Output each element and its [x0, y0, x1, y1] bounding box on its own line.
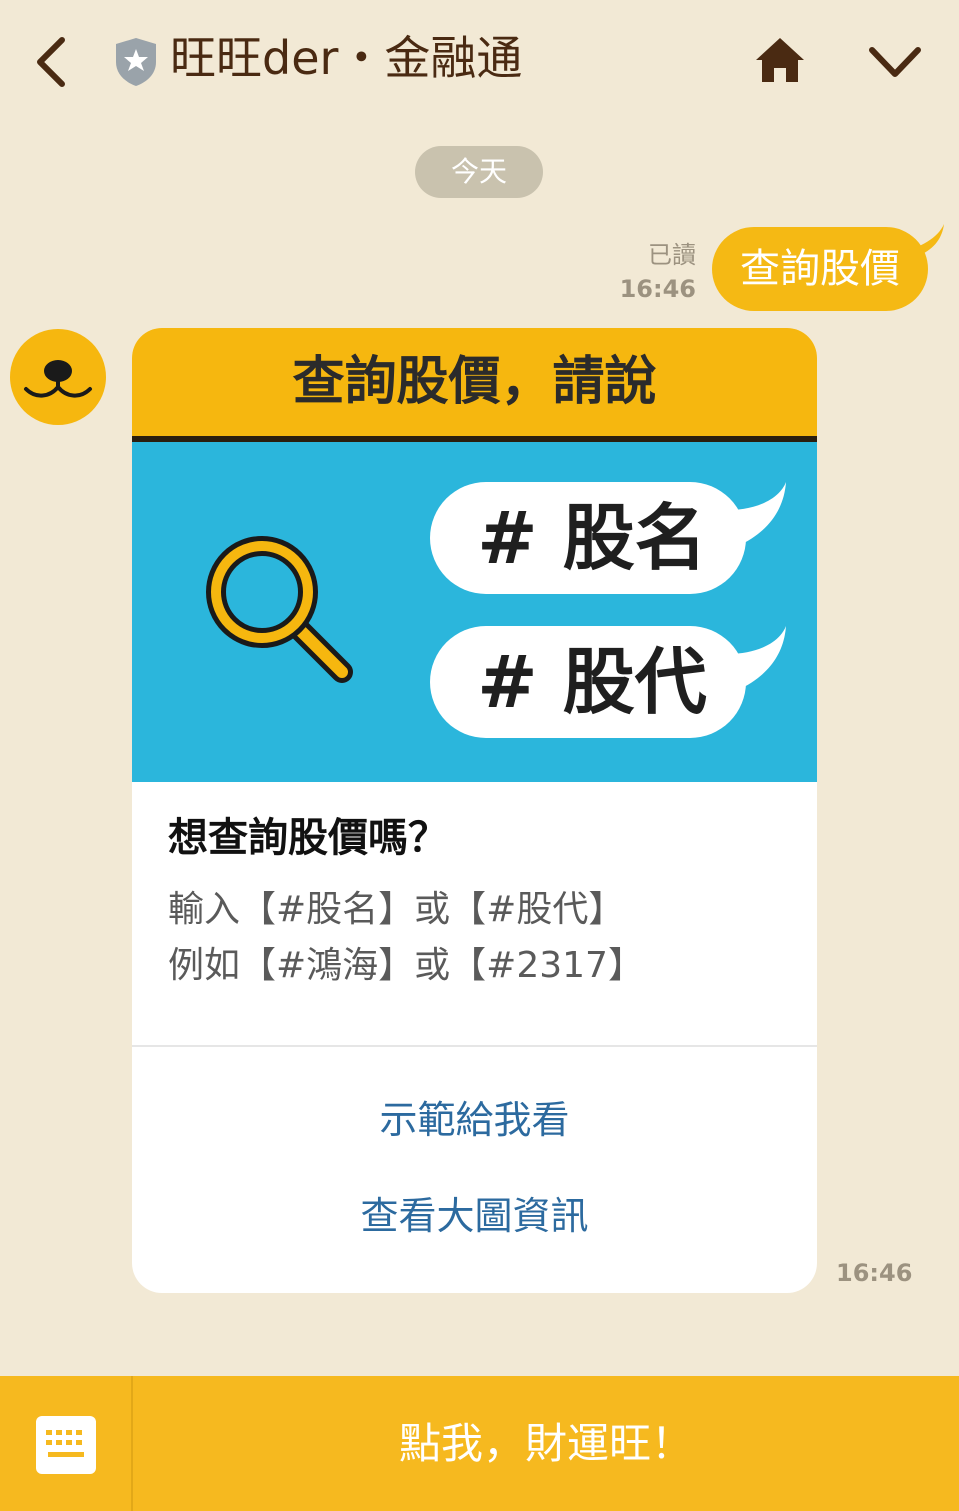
- read-status: 已讀: [648, 241, 696, 269]
- date-separator: 今天: [415, 146, 543, 198]
- back-button[interactable]: [28, 32, 78, 92]
- view-large-image-button[interactable]: 查看大圖資訊: [132, 1188, 817, 1244]
- card-banner-title: 查詢股價，請說: [292, 352, 657, 412]
- magnifier-icon: [206, 536, 353, 683]
- home-icon: [756, 38, 804, 82]
- show-demo-button[interactable]: 示範給我看: [132, 1092, 817, 1148]
- keyboard-toggle-button[interactable]: [36, 1416, 96, 1474]
- keyboard-icon: [36, 1416, 96, 1474]
- bot-avatar[interactable]: [10, 329, 106, 425]
- home-button[interactable]: [752, 34, 808, 86]
- bear-face-icon: [24, 360, 92, 398]
- card-example-line: 例如【#鴻海】或【#2317】: [168, 945, 644, 986]
- shield-star-icon: [113, 36, 159, 88]
- tag-stock-code: # 股代: [477, 640, 707, 724]
- user-message-text: 查詢股價: [740, 246, 900, 292]
- rich-menu-label[interactable]: 點我，財運旺！: [133, 1376, 959, 1511]
- bot-message-card: 查詢股價，請說 # 股名 # 股代 想查詢股價嗎？ 輸入【#股名】或【#股代】 …: [132, 328, 817, 1293]
- chevron-left-icon: [37, 37, 65, 87]
- tag-stock-name: # 股名: [477, 496, 707, 580]
- chat-title: 旺旺der・金融通: [170, 31, 523, 85]
- menu-toggle-button[interactable]: [866, 40, 924, 84]
- message-timestamp: 16:46: [619, 275, 696, 303]
- chat-header: 旺旺der・金融通: [0, 0, 959, 120]
- card-heading: 想查詢股價嗎？: [168, 815, 448, 861]
- card-instruction-line: 輸入【#股名】或【#股代】: [168, 889, 625, 930]
- card-timestamp: 16:46: [836, 1259, 913, 1287]
- card-divider: [132, 1045, 817, 1047]
- rich-menu-bar: 點我，財運旺！: [0, 1376, 959, 1511]
- chevron-down-icon: [869, 47, 921, 77]
